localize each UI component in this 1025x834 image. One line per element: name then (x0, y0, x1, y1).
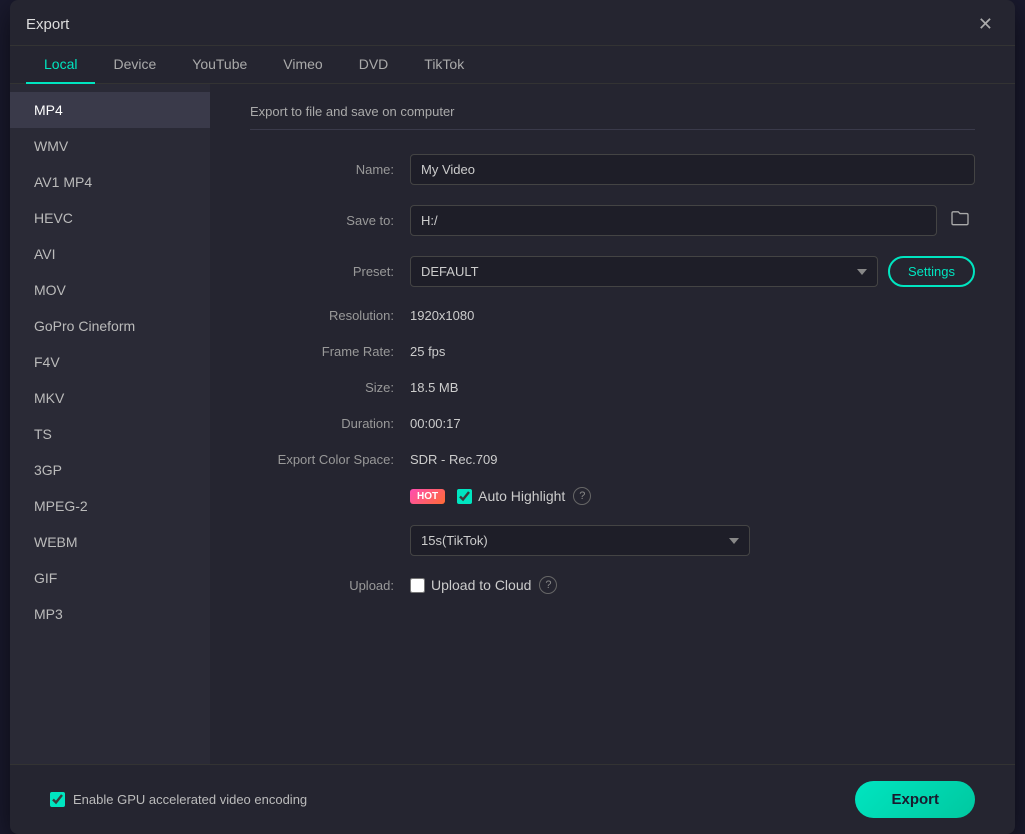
save-to-row: Save to: (250, 205, 975, 236)
name-label: Name: (250, 162, 410, 177)
tab-dvd[interactable]: DVD (341, 46, 407, 84)
auto-highlight-checkbox-label[interactable]: Auto Highlight (457, 488, 565, 504)
preset-select[interactable]: DEFAULT Custom (410, 256, 878, 287)
frame-rate-value: 25 fps (410, 344, 445, 359)
color-space-value-container: SDR - Rec.709 (410, 451, 975, 467)
resolution-value-container: 1920x1080 (410, 307, 975, 323)
auto-highlight-help-icon[interactable]: ? (573, 487, 591, 505)
tab-tiktok[interactable]: TikTok (406, 46, 482, 84)
resolution-row: Resolution: 1920x1080 (250, 307, 975, 323)
format-item-mkv[interactable]: MKV (10, 380, 210, 416)
frame-rate-value-container: 25 fps (410, 343, 975, 359)
dialog-content: MP4 WMV AV1 MP4 HEVC AVI MOV GoPro Cinef… (10, 84, 1015, 764)
auto-highlight-label: Auto Highlight (478, 488, 565, 504)
format-item-webm[interactable]: WEBM (10, 524, 210, 560)
gpu-checkbox-label[interactable]: Enable GPU accelerated video encoding (50, 792, 307, 807)
format-item-mp4[interactable]: MP4 (10, 92, 210, 128)
color-space-row: Export Color Space: SDR - Rec.709 (250, 451, 975, 467)
format-item-hevc[interactable]: HEVC (10, 200, 210, 236)
color-space-value: SDR - Rec.709 (410, 452, 497, 467)
tiktok-duration-row: 15s(TikTok) 30s(TikTok) 60s(TikTok) (250, 525, 975, 556)
upload-row: Upload: Upload to Cloud ? (250, 576, 975, 594)
preset-row: Preset: DEFAULT Custom Settings (250, 256, 975, 287)
preset-control: DEFAULT Custom Settings (410, 256, 975, 287)
save-to-input[interactable] (410, 205, 937, 236)
upload-to-cloud-help-icon[interactable]: ? (539, 576, 557, 594)
name-row: Name: (250, 154, 975, 185)
frame-rate-label: Frame Rate: (250, 344, 410, 359)
size-value: 18.5 MB (410, 380, 458, 395)
size-value-container: 18.5 MB (410, 379, 975, 395)
save-to-label: Save to: (250, 213, 410, 228)
upload-to-cloud-checkbox[interactable] (410, 578, 425, 593)
export-button[interactable]: Export (855, 781, 975, 818)
upload-to-cloud-checkbox-label[interactable]: Upload to Cloud (410, 577, 531, 593)
format-item-mpeg2[interactable]: MPEG-2 (10, 488, 210, 524)
format-item-avi[interactable]: AVI (10, 236, 210, 272)
bottom-bar: Enable GPU accelerated video encoding Ex… (10, 764, 1015, 834)
format-item-gopro[interactable]: GoPro Cineform (10, 308, 210, 344)
name-control (410, 154, 975, 185)
gpu-label: Enable GPU accelerated video encoding (73, 792, 307, 807)
format-item-av1mp4[interactable]: AV1 MP4 (10, 164, 210, 200)
format-item-f4v[interactable]: F4V (10, 344, 210, 380)
resolution-value: 1920x1080 (410, 308, 474, 323)
settings-button[interactable]: Settings (888, 256, 975, 287)
title-bar: Export ✕ (10, 0, 1015, 46)
format-item-mp3[interactable]: MP3 (10, 596, 210, 632)
upload-control: Upload to Cloud ? (410, 576, 975, 594)
format-item-3gp[interactable]: 3GP (10, 452, 210, 488)
tab-device[interactable]: Device (95, 46, 174, 84)
save-to-control (410, 205, 975, 236)
format-item-ts[interactable]: TS (10, 416, 210, 452)
format-list: MP4 WMV AV1 MP4 HEVC AVI MOV GoPro Cinef… (10, 84, 210, 764)
resolution-label: Resolution: (250, 308, 410, 323)
frame-rate-row: Frame Rate: 25 fps (250, 343, 975, 359)
duration-label: Duration: (250, 416, 410, 431)
upload-to-cloud-label: Upload to Cloud (431, 577, 531, 593)
auto-highlight-control: HOT Auto Highlight ? (410, 487, 975, 505)
duration-value: 00:00:17 (410, 416, 461, 431)
dialog-title: Export (26, 16, 69, 33)
tab-local[interactable]: Local (26, 46, 95, 84)
format-item-mov[interactable]: MOV (10, 272, 210, 308)
tab-youtube[interactable]: YouTube (174, 46, 265, 84)
tab-vimeo[interactable]: Vimeo (265, 46, 340, 84)
size-row: Size: 18.5 MB (250, 379, 975, 395)
close-button[interactable]: ✕ (972, 12, 999, 37)
format-item-gif[interactable]: GIF (10, 560, 210, 596)
preset-label: Preset: (250, 264, 410, 279)
tab-bar: Local Device YouTube Vimeo DVD TikTok (10, 46, 1015, 84)
main-panel: Export to file and save on computer Name… (210, 84, 1015, 764)
tiktok-duration-control: 15s(TikTok) 30s(TikTok) 60s(TikTok) (410, 525, 975, 556)
export-dialog: Export ✕ Local Device YouTube Vimeo DVD … (10, 0, 1015, 834)
auto-highlight-row: HOT Auto Highlight ? (250, 487, 975, 505)
format-item-wmv[interactable]: WMV (10, 128, 210, 164)
size-label: Size: (250, 380, 410, 395)
browse-folder-button[interactable] (945, 206, 975, 235)
upload-label: Upload: (250, 578, 410, 593)
hot-badge: HOT (410, 489, 445, 504)
duration-value-container: 00:00:17 (410, 415, 975, 431)
name-input[interactable] (410, 154, 975, 185)
gpu-checkbox[interactable] (50, 792, 65, 807)
section-title: Export to file and save on computer (250, 104, 975, 130)
auto-highlight-checkbox[interactable] (457, 489, 472, 504)
duration-row: Duration: 00:00:17 (250, 415, 975, 431)
tiktok-duration-select[interactable]: 15s(TikTok) 30s(TikTok) 60s(TikTok) (410, 525, 750, 556)
color-space-label: Export Color Space: (250, 452, 410, 467)
